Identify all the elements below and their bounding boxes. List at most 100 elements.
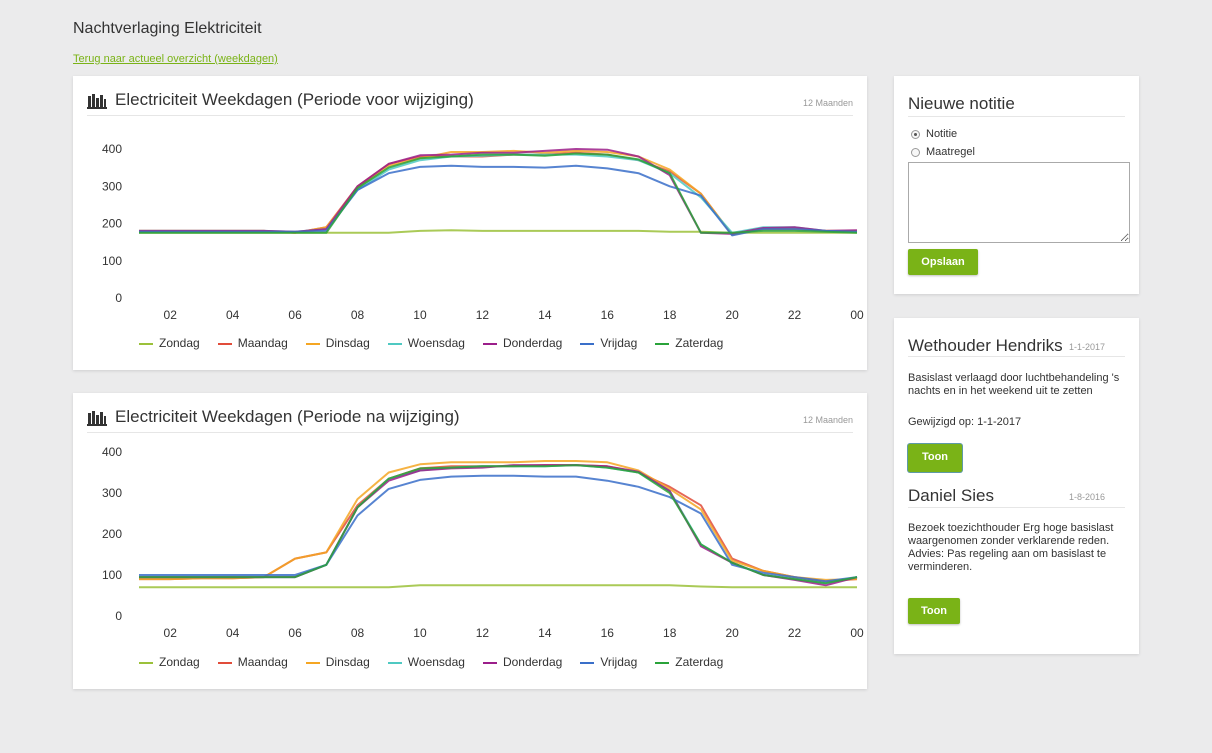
legend-label: Zaterdag xyxy=(675,336,724,350)
legend-item-zondag[interactable]: Zondag xyxy=(139,655,200,669)
back-link[interactable]: Terug naar actueel overzicht (weekdagen) xyxy=(73,53,278,65)
legend-swatch xyxy=(217,342,232,345)
series-line-donderdag xyxy=(139,148,858,235)
y-tick-label: 0 xyxy=(115,291,122,305)
legend-swatch xyxy=(305,661,320,664)
legend-label: Zondag xyxy=(159,336,200,350)
legend-swatch xyxy=(482,342,497,345)
legend-item-vrijdag[interactable]: Vrijdag xyxy=(580,655,637,669)
legend-item-zaterdag[interactable]: Zaterdag xyxy=(655,655,723,669)
measure-title: Wethouder Hendriks xyxy=(908,336,1063,355)
x-tick-label: 04 xyxy=(226,626,240,640)
radio-option-measure[interactable]: Maatregel xyxy=(911,146,975,158)
measure-description: Basislast verlaagd door luchtbehandeling… xyxy=(908,372,1120,397)
measure-date: 1-1-2017 xyxy=(1069,342,1106,352)
y-tick-label: 400 xyxy=(102,142,122,156)
x-tick-label: 06 xyxy=(288,626,302,640)
series-line-dinsdag xyxy=(139,460,858,581)
x-tick-label: 10 xyxy=(413,626,427,640)
legend-item-vrijdag[interactable]: Vrijdag xyxy=(580,336,637,350)
line-chart: 0 100 200 300 400 02 04 06 08 10 12 14 16 18 20 22 00 xyxy=(102,445,864,640)
series-line-vrijdag xyxy=(139,164,858,237)
x-tick-label: 20 xyxy=(725,308,739,322)
series-line-maandag xyxy=(139,151,857,236)
chart-panel-after: Electriciteit Weekdagen (Periode na wijz… xyxy=(73,393,867,689)
radio-option-note[interactable]: Notitie xyxy=(911,128,957,140)
save-button[interactable]: Opslaan xyxy=(908,249,978,275)
y-tick-label: 0 xyxy=(115,609,122,623)
x-tick-label: 06 xyxy=(288,308,302,322)
legend-swatch xyxy=(655,661,670,664)
x-tick-label: 02 xyxy=(164,308,178,322)
series-line-dinsdag xyxy=(139,149,857,236)
legend-label: Vrijdag xyxy=(600,655,638,669)
y-tick-label: 300 xyxy=(102,179,122,193)
legend-swatch xyxy=(217,661,232,664)
divider xyxy=(908,356,1125,357)
legend-swatch xyxy=(305,342,320,345)
x-tick-label: 08 xyxy=(351,308,365,322)
measure-description: Bezoek toezichthouder Erg hoge basislast… xyxy=(908,522,1114,573)
x-tick-label: 16 xyxy=(601,626,615,640)
radio-label: Maatregel xyxy=(926,146,975,158)
legend-label: Woensdag xyxy=(407,655,465,669)
legend-label: Donderdag xyxy=(502,655,563,669)
legend-item-zondag[interactable]: Zondag xyxy=(139,336,200,350)
legend-swatch xyxy=(139,661,153,664)
new-note-title: Nieuwe notitie xyxy=(908,94,1015,113)
legend-item-woensdag[interactable]: Woensdag xyxy=(387,336,465,350)
legend-swatch xyxy=(655,342,670,345)
divider xyxy=(908,116,1125,117)
x-tick-label: 16 xyxy=(601,308,615,322)
new-note-panel: Nieuwe notitie Notitie Maatregel Opslaan xyxy=(894,76,1139,294)
x-tick-label: 20 xyxy=(725,626,739,640)
legend-label: Dinsdag xyxy=(325,655,370,669)
y-tick-label: 100 xyxy=(102,568,122,582)
radio-unchecked-icon[interactable] xyxy=(911,147,920,157)
chart-panel-before: Electriciteit Weekdagen (Periode voor wi… xyxy=(73,76,867,370)
series-line-zondag xyxy=(139,584,857,589)
measure-date: 1-8-2016 xyxy=(1069,492,1106,502)
measures-panel: Wethouder Hendriks 1-1-2017 Basislast ve… xyxy=(894,318,1139,654)
series-line-zaterdag xyxy=(139,152,858,234)
measure-title: Daniel Sies xyxy=(908,486,994,505)
y-tick-label: 100 xyxy=(102,254,122,268)
x-tick-label: 14 xyxy=(538,308,552,322)
legend-swatch xyxy=(580,661,595,664)
legend-item-dinsdag[interactable]: Dinsdag xyxy=(305,336,370,350)
x-tick-label: 08 xyxy=(351,626,365,640)
chart-legend: Zondag Maandag Dinsdag Woensdag Donderdag Vri… xyxy=(139,655,741,669)
show-button[interactable]: Toon xyxy=(908,598,960,624)
radio-checked-icon[interactable] xyxy=(911,129,920,139)
legend-item-maandag[interactable]: Maandag xyxy=(217,336,288,350)
legend-label: Vrijdag xyxy=(600,336,638,350)
note-textarea[interactable] xyxy=(908,162,1130,243)
divider xyxy=(908,507,1125,508)
x-tick-label: 22 xyxy=(788,308,802,322)
y-tick-label: 400 xyxy=(102,445,122,459)
radio-label: Notitie xyxy=(926,128,958,140)
legend-label: Woensdag xyxy=(407,336,465,350)
y-tick-label: 200 xyxy=(102,217,122,231)
x-tick-label: 22 xyxy=(788,626,802,640)
legend-swatch xyxy=(387,342,402,345)
legend-item-dinsdag[interactable]: Dinsdag xyxy=(305,655,370,669)
measure-modified: Gewijzigd op: 1-1-2017 xyxy=(908,416,1022,428)
legend-label: Maandag xyxy=(237,336,288,350)
legend-item-maandag[interactable]: Maandag xyxy=(217,655,288,669)
legend-swatch xyxy=(387,661,402,664)
legend-label: Zaterdag xyxy=(675,655,724,669)
legend-item-zaterdag[interactable]: Zaterdag xyxy=(655,336,723,350)
show-button[interactable]: Toon xyxy=(908,444,962,472)
legend-item-donderdag[interactable]: Donderdag xyxy=(482,655,563,669)
series-line-maandag xyxy=(139,464,858,583)
legend-swatch xyxy=(580,342,595,345)
x-tick-label: 12 xyxy=(476,626,490,640)
legend-item-woensdag[interactable]: Woensdag xyxy=(387,655,465,669)
chart-legend: Zondag Maandag Dinsdag Woensdag Donderdag Vri… xyxy=(139,336,741,350)
legend-swatch xyxy=(482,661,497,664)
legend-item-donderdag[interactable]: Donderdag xyxy=(482,336,562,350)
x-tick-label: 12 xyxy=(476,308,490,322)
x-tick-label: 02 xyxy=(164,626,178,640)
x-tick-label: 10 xyxy=(413,308,427,322)
